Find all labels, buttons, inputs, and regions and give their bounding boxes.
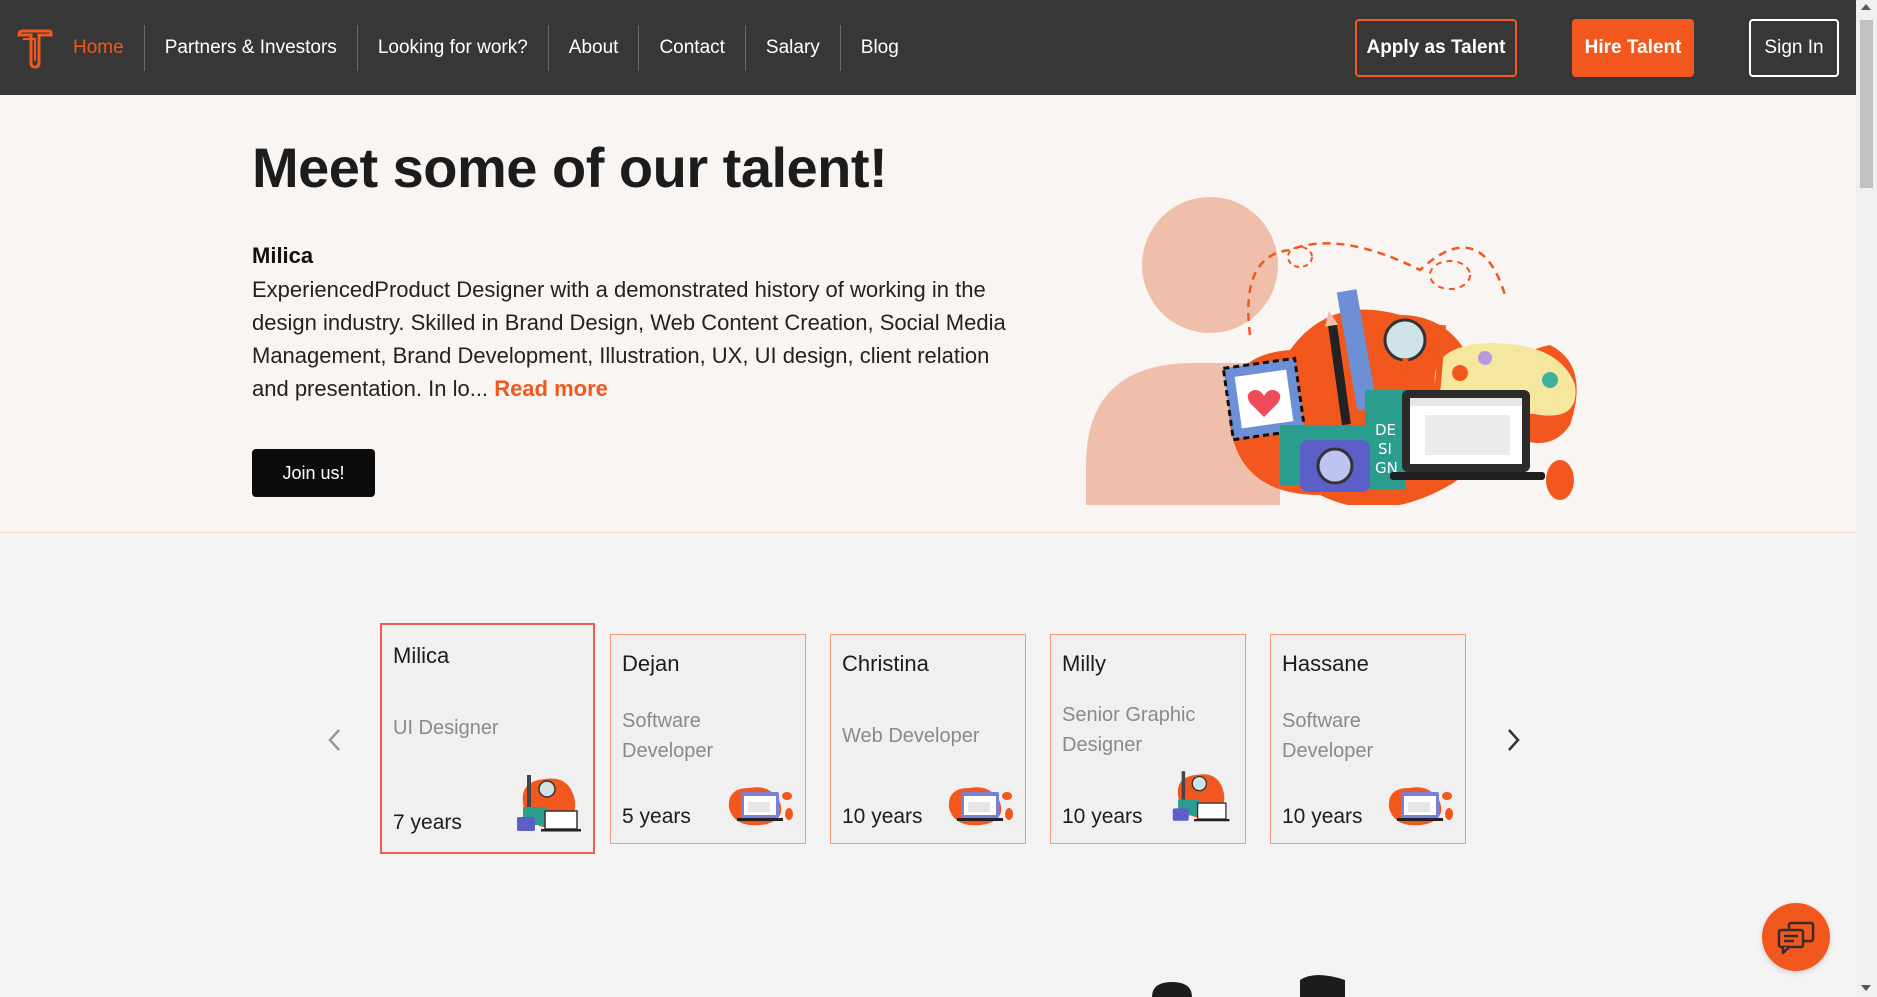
svg-text:DE: DE bbox=[1375, 421, 1396, 439]
talent-role: Software Developer bbox=[622, 710, 714, 762]
talent-card[interactable]: Christina Web Developer 10 years bbox=[830, 634, 1026, 844]
carousel-prev-icon[interactable] bbox=[320, 722, 350, 758]
talent-name: Milly bbox=[1062, 651, 1106, 676]
talent-name: Christina bbox=[842, 651, 929, 676]
talent-experience: 10 years bbox=[1282, 805, 1363, 828]
sign-in-button[interactable]: Sign In bbox=[1749, 19, 1839, 77]
talent-card[interactable]: Dejan Software Developer 5 years bbox=[610, 634, 806, 844]
laptop-icon bbox=[728, 787, 793, 826]
page-scrollbar[interactable] bbox=[1856, 0, 1877, 997]
talent-card[interactable]: Milly Senior Graphic Designer 10 years bbox=[1050, 634, 1246, 844]
design-tools-icon bbox=[517, 775, 581, 832]
featured-talent-name: Milica bbox=[252, 243, 314, 268]
carousel-next-icon[interactable] bbox=[1498, 722, 1528, 758]
nav-home[interactable]: Home bbox=[53, 25, 144, 71]
chat-icon bbox=[1777, 921, 1815, 955]
hire-talent-button[interactable]: Hire Talent bbox=[1572, 19, 1694, 77]
decorative-shapes bbox=[1152, 975, 1345, 997]
page-title: Meet some of our talent! bbox=[252, 136, 888, 199]
laptop-icon bbox=[1388, 787, 1453, 826]
nav-looking-for-work[interactable]: Looking for work? bbox=[356, 24, 548, 71]
featured-talent-description: ExperiencedProduct Designer with a demon… bbox=[252, 273, 1027, 405]
nav-contact[interactable]: Contact bbox=[638, 24, 744, 71]
talent-experience: 10 years bbox=[842, 805, 923, 828]
laptop-icon bbox=[948, 787, 1013, 826]
logo-icon[interactable] bbox=[17, 29, 53, 69]
talent-card[interactable]: Milica UI Designer 7 years bbox=[380, 623, 595, 854]
talent-experience: 5 years bbox=[622, 805, 691, 828]
join-us-button[interactable]: Join us! bbox=[252, 449, 375, 497]
talent-role: UI Designer bbox=[393, 717, 499, 739]
talent-role: Software Developer bbox=[1282, 710, 1374, 762]
nav-salary[interactable]: Salary bbox=[744, 24, 840, 71]
svg-text:SI: SI bbox=[1378, 440, 1392, 458]
top-navbar: Home Partners & Investors Looking for wo… bbox=[0, 0, 1856, 95]
nav-about[interactable]: About bbox=[547, 24, 639, 71]
scrollbar-thumb[interactable] bbox=[1860, 20, 1873, 188]
talent-card[interactable]: Hassane Software Developer 10 years bbox=[1270, 634, 1466, 844]
read-more-link[interactable]: Read more bbox=[494, 376, 608, 401]
scroll-down-icon[interactable] bbox=[1861, 985, 1871, 991]
scroll-up-icon[interactable] bbox=[1861, 4, 1871, 10]
chat-button[interactable] bbox=[1762, 903, 1830, 971]
talent-experience: 10 years bbox=[1062, 805, 1143, 828]
nav-blog[interactable]: Blog bbox=[839, 24, 919, 71]
design-illustration: DE SI GN bbox=[1086, 197, 1577, 505]
hero-section: Meet some of our talent! Milica Experien… bbox=[0, 95, 1856, 533]
design-tools-icon bbox=[1172, 771, 1230, 822]
description-text: ExperiencedProduct Designer with a demon… bbox=[252, 277, 1006, 401]
talent-name: Dejan bbox=[622, 651, 680, 676]
talent-name: Hassane bbox=[1282, 651, 1369, 676]
talent-role: Web Developer bbox=[842, 725, 980, 747]
talent-name: Milica bbox=[393, 643, 450, 668]
talent-experience: 7 years bbox=[393, 811, 462, 834]
apply-as-talent-button[interactable]: Apply as Talent bbox=[1355, 19, 1517, 77]
nav-partners-investors[interactable]: Partners & Investors bbox=[143, 24, 357, 71]
talent-role: Senior Graphic Designer bbox=[1062, 704, 1196, 756]
